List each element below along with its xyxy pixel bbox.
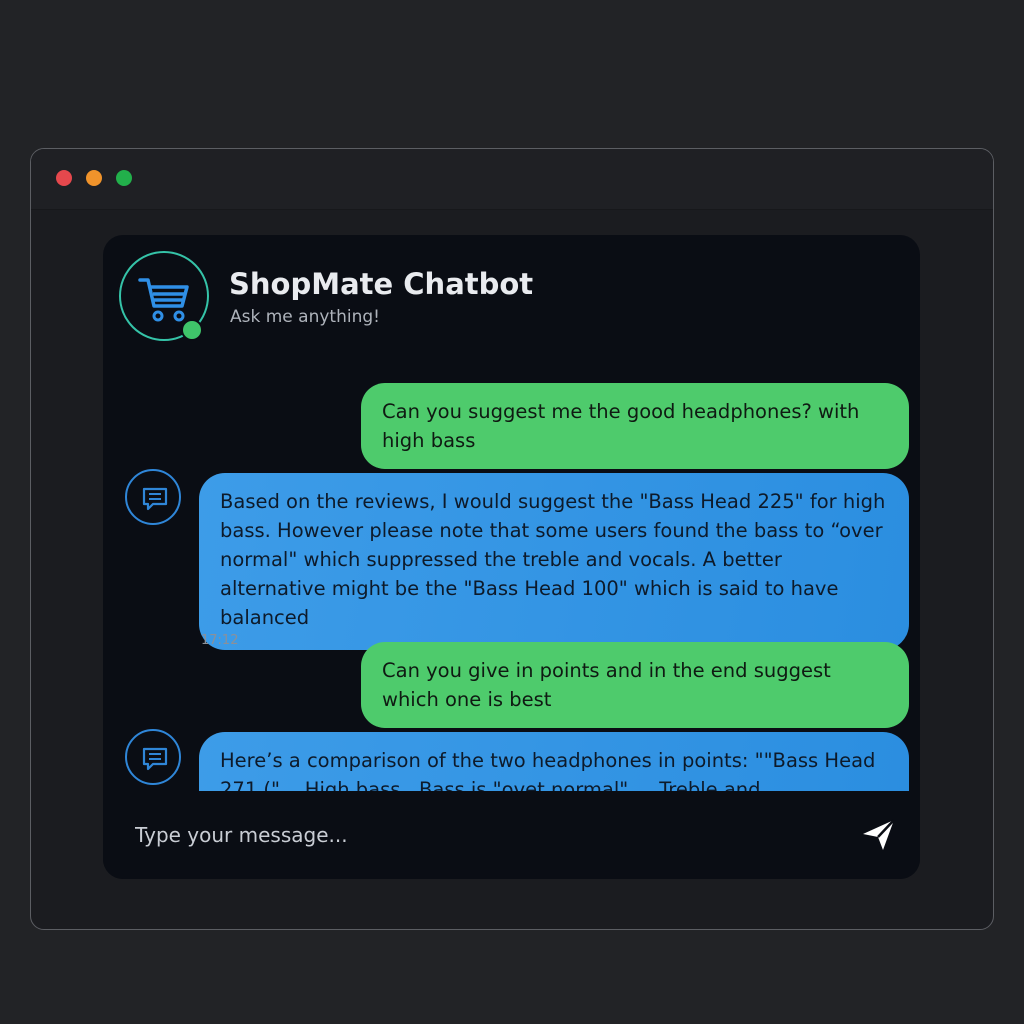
message-input[interactable]	[135, 817, 835, 853]
chat-bubble-icon	[142, 487, 168, 511]
title-bar	[31, 149, 993, 210]
close-window-button[interactable]	[56, 170, 72, 186]
chat-bubble-icon	[142, 747, 168, 771]
bot-message-avatar	[125, 469, 181, 525]
bot-name: ShopMate Chatbot	[229, 267, 534, 301]
message-composer	[103, 791, 920, 879]
bot-message: Based on the reviews, I would suggest th…	[199, 473, 909, 650]
user-message: Can you give in points and in the end su…	[361, 642, 909, 728]
shopping-cart-icon	[138, 278, 189, 322]
message-list[interactable]: Can you suggest me the good headphones? …	[103, 365, 920, 791]
maximize-window-button[interactable]	[116, 170, 132, 186]
send-button[interactable]	[859, 815, 899, 855]
online-status-indicator	[181, 319, 203, 341]
send-arrow-icon	[863, 819, 895, 850]
user-message: Can you suggest me the good headphones? …	[361, 383, 909, 469]
minimize-window-button[interactable]	[86, 170, 102, 186]
bot-message: Here’s a comparison of the two headphone…	[199, 732, 909, 791]
bot-message-avatar	[125, 729, 181, 785]
chat-panel: ShopMate Chatbot Ask me anything! Can yo…	[103, 235, 920, 879]
bot-tagline: Ask me anything!	[230, 307, 380, 327]
message-timestamp: 17:12	[201, 633, 239, 648]
app-window: ShopMate Chatbot Ask me anything! Can yo…	[30, 148, 994, 930]
